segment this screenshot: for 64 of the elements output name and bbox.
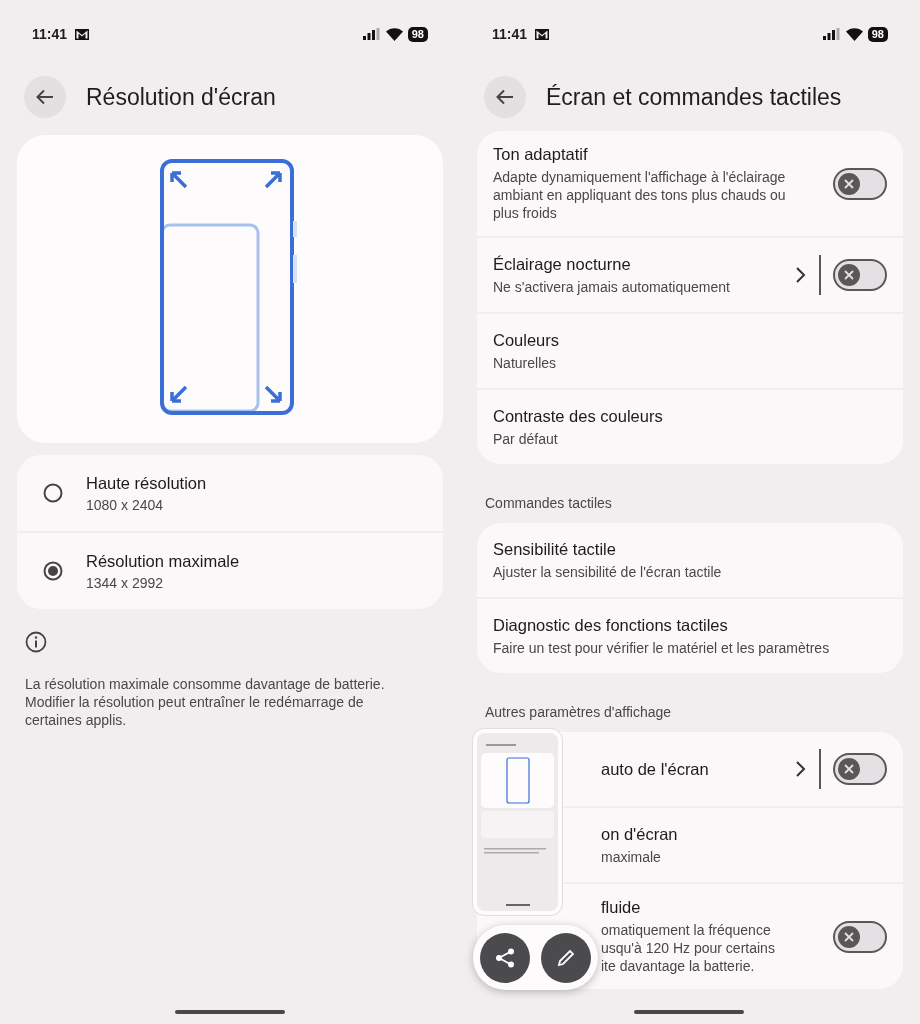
item-title: fluide bbox=[601, 898, 642, 917]
item-summary: Faire un test pour vérifier le matériel et les paramètres bbox=[493, 638, 831, 657]
cross-icon bbox=[844, 764, 854, 774]
item-title: on d'écran bbox=[601, 824, 679, 844]
cross-icon bbox=[844, 931, 854, 942]
toggle-switch[interactable] bbox=[833, 920, 887, 953]
item-title: Contraste des couleurs bbox=[493, 406, 664, 426]
info-icon bbox=[25, 631, 47, 653]
wifi-icon bbox=[385, 27, 403, 41]
radio-button[interactable] bbox=[43, 561, 63, 581]
back-button[interactable] bbox=[484, 76, 526, 118]
wifi-icon bbox=[845, 27, 863, 41]
option-label: Haute résolution bbox=[86, 473, 207, 493]
toggle-switch[interactable] bbox=[833, 259, 887, 291]
item-summary: omatiquement la fréquence usqu'à 120 Hz pour certains ite davantage la batterie. bbox=[601, 921, 776, 975]
back-arrow-icon bbox=[495, 87, 515, 107]
item-title: Sensibilité tactile bbox=[493, 539, 617, 559]
mail-icon bbox=[535, 28, 550, 40]
radio-button[interactable] bbox=[43, 483, 63, 503]
item-summary: Naturelles bbox=[493, 353, 558, 372]
share-button[interactable] bbox=[480, 932, 530, 983]
settings-item[interactable]: Contraste des couleurs Par défaut bbox=[477, 390, 903, 464]
item-title: Couleurs bbox=[493, 330, 561, 350]
back-button[interactable] bbox=[24, 76, 66, 118]
signal-icon bbox=[362, 28, 380, 40]
battery-indicator: 98 bbox=[867, 26, 888, 42]
section-header: Autres paramètres d'affichage bbox=[485, 704, 673, 720]
edit-button[interactable] bbox=[541, 932, 591, 983]
share-icon bbox=[494, 946, 516, 969]
settings-item[interactable]: Diagnostic des fonctions tactiles Faire un test pour vérifier le matériel et les paramètres bbox=[477, 599, 903, 673]
option-label: Résolution maximale bbox=[86, 551, 240, 571]
battery-indicator: 98 bbox=[407, 26, 428, 42]
page-title: Résolution d'écran bbox=[86, 83, 276, 111]
option-detail: 1344 x 2992 bbox=[86, 574, 165, 591]
item-title: Ton adaptatif bbox=[493, 145, 589, 164]
radio-option[interactable]: Haute résolution 1080 x 2404 bbox=[17, 455, 443, 531]
item-summary: Ne s'activera jamais automatiquement bbox=[493, 277, 731, 296]
item-title: auto de l'écran bbox=[601, 759, 710, 779]
option-detail: 1080 x 2404 bbox=[86, 496, 165, 513]
clock-time: 11:41 bbox=[32, 26, 68, 42]
item-summary: Par défaut bbox=[493, 429, 559, 448]
chevron-icon bbox=[793, 266, 807, 284]
signal-icon bbox=[822, 28, 840, 40]
item-title: Diagnostic des fonctions tactiles bbox=[493, 615, 729, 635]
chevron-icon bbox=[793, 760, 807, 778]
settings-item[interactable]: Couleurs Naturelles bbox=[477, 314, 903, 388]
page-title: Écran et commandes tactiles bbox=[546, 83, 842, 111]
clock-time: 11:41 bbox=[492, 26, 528, 42]
radio-option[interactable]: Résolution maximale 1344 x 2992 bbox=[17, 533, 443, 609]
cross-icon bbox=[844, 270, 854, 280]
item-summary: Adapte dynamiquement l'affichage à l'éclairage ambiant en appliquant des tons plus chauds ou plus froids bbox=[493, 168, 787, 222]
settings-item[interactable]: Sensibilité tactile Ajuster la sensibilité de l'écran tactile bbox=[477, 523, 903, 597]
item-summary: maximale bbox=[601, 847, 662, 866]
settings-item[interactable]: Ton adaptatif Adapte dynamiquement l'affichage à l'éclairage ambiant en appliquant des tons plus chauds ou plus froids bbox=[477, 131, 903, 236]
settings-item[interactable]: Éclairage nocturne Ne s'activera jamais automatiquement bbox=[477, 238, 903, 312]
back-arrow-icon bbox=[35, 87, 55, 107]
mail-icon bbox=[75, 28, 90, 40]
toggle-switch[interactable] bbox=[833, 753, 887, 785]
section-header: Commandes tactiles bbox=[485, 495, 613, 511]
info-note: La résolution maximale consomme davantage de batterie. Modifier la résolution peut entraîner le redémarrage de certaines applis. bbox=[25, 675, 386, 729]
item-title: Éclairage nocturne bbox=[493, 254, 632, 274]
toggle-switch[interactable] bbox=[833, 167, 887, 200]
item-summary: Ajuster la sensibilité de l'écran tactile bbox=[493, 562, 723, 581]
cross-icon bbox=[844, 178, 854, 189]
